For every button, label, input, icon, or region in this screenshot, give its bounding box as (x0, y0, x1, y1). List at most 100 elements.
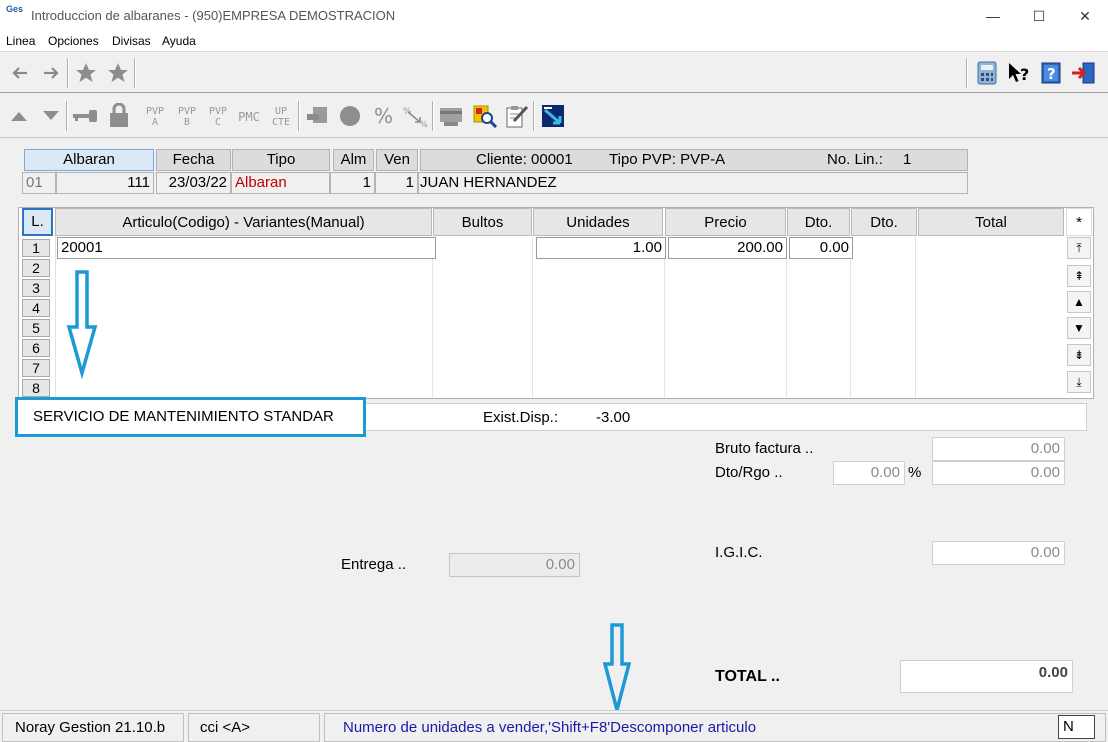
edit-clipboard-icon[interactable] (502, 101, 532, 131)
svg-text:?: ? (1020, 65, 1029, 84)
total-label: TOTAL .. (715, 668, 780, 685)
column-header-total[interactable]: Total (918, 208, 1064, 236)
row-number[interactable]: 7 (22, 359, 50, 377)
transfer-arrow-icon[interactable] (538, 101, 568, 131)
column-header-dto1[interactable]: Dto. (787, 208, 850, 236)
card-icon[interactable] (436, 101, 466, 131)
column-header-star[interactable]: * (1066, 208, 1092, 236)
scroll-down-button[interactable]: ▼ (1067, 317, 1091, 339)
menu-linea[interactable]: Linea (6, 34, 35, 48)
row-number[interactable]: 8 (22, 379, 50, 397)
tipo-field[interactable]: Albaran (231, 172, 330, 194)
articulo-cell[interactable]: 20001 (57, 237, 436, 259)
dto-rgo-value-field[interactable]: 0.00 (932, 461, 1065, 485)
window-title: Introduccion de albaranes - (950)EMPRESA… (31, 8, 396, 23)
fecha-field[interactable]: 23/03/22 (156, 172, 231, 194)
pvp-b-button[interactable]: PVP B (172, 102, 202, 132)
column-header-articulo[interactable]: Articulo(Codigo) - Variantes(Manual) (55, 208, 432, 236)
status-user: cci <A> (188, 713, 320, 742)
key-icon[interactable] (70, 101, 100, 131)
percent-icon[interactable]: % (368, 101, 398, 131)
status-mode: N (1058, 715, 1095, 739)
grid-divider (915, 236, 916, 398)
no-lin-label: No. Lin.: (827, 151, 883, 168)
favorites-list-star-icon[interactable] (103, 58, 133, 88)
cliente-nombre-field[interactable]: JUAN HERNANDEZ (418, 172, 968, 194)
article-description-highlight: SERVICIO DE MANTENIMIENTO STANDAR (15, 397, 366, 437)
pvp-a-button[interactable]: PVP A (140, 102, 170, 132)
row-number[interactable]: 6 (22, 339, 50, 357)
grid-divider (786, 236, 787, 398)
close-button[interactable]: ✕ (1062, 0, 1108, 32)
entrega-field[interactable]: 0.00 (449, 553, 580, 577)
header-alm-label: Alm (333, 149, 374, 171)
row-number[interactable]: 1 (22, 239, 50, 257)
grid-divider (532, 236, 533, 398)
column-header-linea[interactable]: L. (22, 208, 53, 236)
maximize-button[interactable]: ☐ (1016, 0, 1062, 32)
row-number[interactable]: 2 (22, 259, 50, 277)
help-book-icon[interactable]: ? (1036, 58, 1066, 88)
percent-discount-icon[interactable]: %% (400, 101, 430, 131)
row-number[interactable]: 5 (22, 319, 50, 337)
exit-door-icon[interactable] (1068, 58, 1098, 88)
minimize-button[interactable]: — (970, 0, 1016, 32)
up-cte-button[interactable]: UP CTE (266, 102, 296, 132)
bruto-factura-field[interactable]: 0.00 (932, 437, 1065, 461)
menu-divisas[interactable]: Divisas (112, 34, 151, 48)
lock-icon[interactable] (104, 101, 134, 131)
column-header-precio[interactable]: Precio (665, 208, 786, 236)
grid-divider (432, 236, 433, 398)
toolbar-separator (66, 101, 68, 131)
document-hand-icon[interactable] (302, 101, 332, 131)
dto-cell[interactable]: 0.00 (789, 237, 853, 259)
cliente-code: Cliente: 00001 (476, 151, 573, 168)
title-bar: Ges Introduccion de albaranes - (950)EMP… (0, 0, 1108, 32)
menu-ayuda[interactable]: Ayuda (162, 34, 196, 48)
status-bar: Noray Gestion 21.10.b cci <A> Numero de … (0, 710, 1108, 742)
row-number[interactable]: 4 (22, 299, 50, 317)
scroll-top-button[interactable]: ⤒ (1067, 237, 1091, 259)
svg-text:%: % (420, 120, 428, 128)
annotation-arrow-down-icon (66, 270, 98, 379)
menu-opciones[interactable]: Opciones (48, 34, 99, 48)
scroll-up-button[interactable]: ▲ (1067, 291, 1091, 313)
pvp-c-button[interactable]: PVP C (203, 102, 233, 132)
favorite-star-icon[interactable] (71, 58, 101, 88)
serie-field[interactable]: 01 (22, 172, 56, 194)
svg-text:%: % (403, 107, 412, 117)
column-header-unidades[interactable]: Unidades (533, 208, 663, 236)
page-down-button[interactable]: ⇟ (1067, 344, 1091, 366)
search-folder-icon[interactable] (470, 101, 500, 131)
pmc-button[interactable]: PMC (234, 102, 264, 132)
back-arrow-icon[interactable] (5, 58, 35, 88)
percent-sign: % (908, 464, 922, 481)
ven-field[interactable]: 1 (375, 172, 418, 194)
igic-field[interactable]: 0.00 (932, 541, 1065, 565)
precio-cell[interactable]: 200.00 (668, 237, 787, 259)
albaran-number-field[interactable]: 111 (56, 172, 154, 194)
row-number[interactable]: 3 (22, 279, 50, 297)
record-circle-icon[interactable] (335, 101, 365, 131)
move-down-icon[interactable] (36, 101, 66, 131)
menu-bar: Linea Opciones Divisas Ayuda (0, 32, 1108, 52)
header-fecha-label: Fecha (156, 149, 231, 171)
move-up-icon[interactable] (4, 101, 34, 131)
svg-text:%: % (374, 105, 393, 127)
toolbar-separator (67, 58, 69, 88)
status-message: Numero de unidades a vender,'Shift+F8'De… (324, 713, 1106, 742)
no-lin-value: 1 (903, 151, 912, 168)
calculator-icon[interactable] (972, 58, 1002, 88)
annotation-arrow-down-icon (603, 623, 631, 714)
column-header-dto2[interactable]: Dto. (851, 208, 917, 236)
unidades-cell[interactable]: 1.00 (536, 237, 666, 259)
status-app-version: Noray Gestion 21.10.b (2, 713, 184, 742)
total-field: 0.00 (900, 660, 1073, 693)
page-up-button[interactable]: ⇞ (1067, 265, 1091, 287)
dto-rgo-percent-field[interactable]: 0.00 (833, 461, 905, 485)
alm-field[interactable]: 1 (330, 172, 375, 194)
scroll-bottom-button[interactable]: ⤓ (1067, 371, 1091, 393)
context-help-icon[interactable]: ? (1004, 58, 1034, 88)
forward-arrow-icon[interactable] (36, 58, 66, 88)
column-header-bultos[interactable]: Bultos (433, 208, 532, 236)
